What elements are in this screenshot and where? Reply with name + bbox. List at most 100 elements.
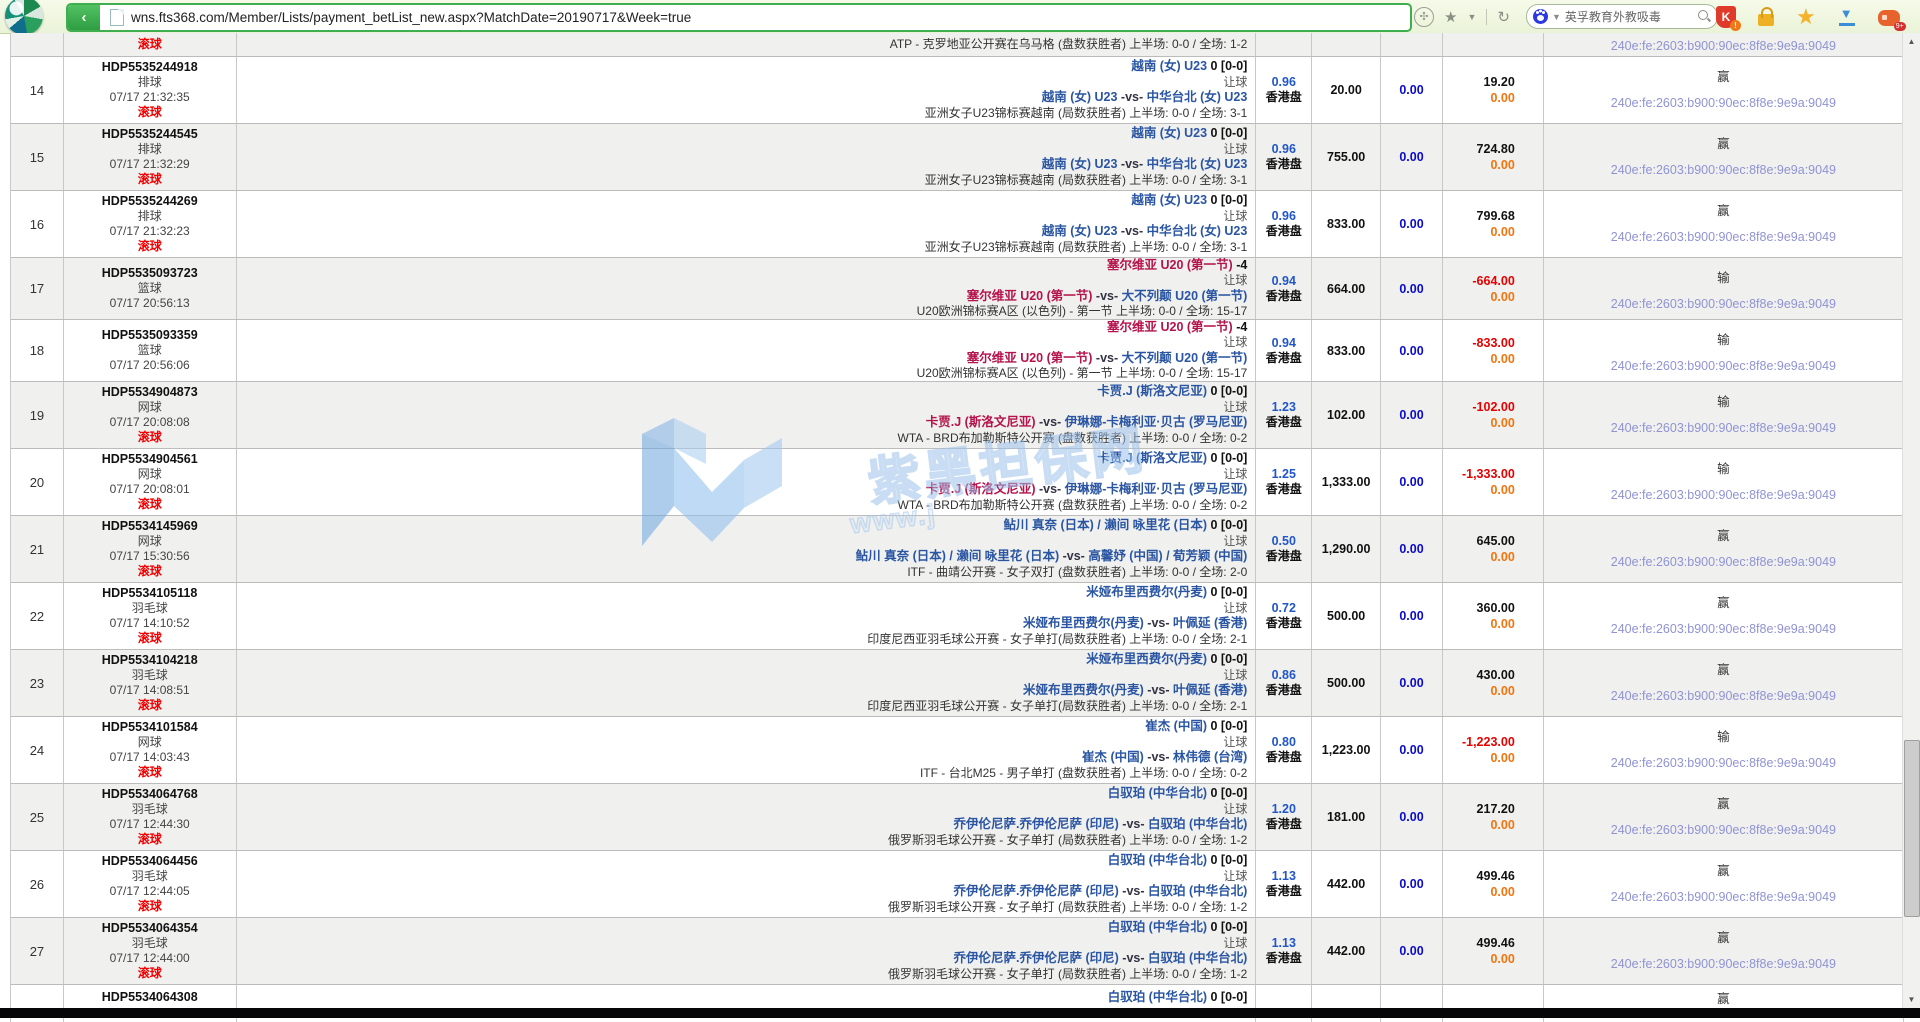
bet-time: 07/17 21:32:29 — [110, 157, 190, 172]
bet-id: HDP5534064308 — [102, 990, 198, 1005]
pick-line: 米娅布里西费尔(丹麦) 0 [0-0] — [1086, 652, 1247, 668]
search-caret-icon[interactable]: ▼ — [1552, 12, 1561, 22]
bookmark-caret-icon[interactable]: ▼ — [1467, 12, 1476, 22]
search-input[interactable]: 英孚教育外教吸毒 — [1565, 8, 1694, 25]
status-text: 赢 — [1717, 525, 1730, 544]
pick-line: 卡贾.J (斯洛文尼亚) 0 [0-0] — [1097, 451, 1247, 467]
pick-team: 卡贾.J (斯洛文尼亚) — [1097, 451, 1207, 465]
scroll-down-arrow[interactable]: ▼ — [1903, 991, 1920, 1008]
away-team: 大不列颠 U20 (第一节) — [1122, 351, 1248, 365]
status-text: 输 — [1717, 458, 1730, 477]
pinwheel-icon[interactable]: ✣ — [1414, 7, 1434, 27]
table-row: 19 HDP5534904873 网球 07/17 20:08:08 滚球 卡贾… — [11, 382, 1904, 449]
lock-icon[interactable] — [1758, 14, 1774, 26]
sport-label: 羽毛球 — [132, 802, 168, 817]
away-team: 伊琳娜-卡梅利亚·贝古 (罗马尼亚) — [1065, 415, 1248, 429]
bet-id: HDP5534145969 — [102, 519, 198, 534]
live-badge: 滚球 — [138, 564, 162, 579]
refresh-icon[interactable]: ↻ — [1497, 8, 1510, 26]
league-line: ITF - 曲靖公开赛 - 女子双打 (盘数获胜者) 上半场: 0-0 / 全场… — [907, 565, 1247, 581]
sport-label: 羽毛球 — [132, 668, 168, 683]
home-team: 米娅布里西费尔(丹麦) — [1023, 616, 1144, 630]
result-amount: 19.20 — [1484, 74, 1515, 90]
search-engine-icon[interactable] — [1533, 9, 1548, 24]
vs-label: -vs- — [1121, 90, 1143, 104]
bet-type-label: 让球 — [1223, 668, 1247, 684]
home-team: 卡贾.J (斯洛文尼亚) — [926, 482, 1036, 496]
download-icon[interactable] — [1838, 8, 1856, 26]
row-number: 21 — [11, 516, 64, 582]
match-line: 越南 (女) U23 -vs- 中华台北 (女) U23 — [1042, 157, 1248, 173]
valid-amount: 0.00 — [1381, 320, 1443, 381]
result-amount: -833.00 — [1472, 335, 1514, 351]
pick-line: 崔杰 (中国) 0 [0-0] — [1145, 719, 1247, 735]
page-doc-icon — [110, 9, 124, 26]
away-team: 叶佩延 (香港) — [1173, 683, 1247, 697]
favorites-star-icon[interactable]: ★ — [1796, 7, 1816, 27]
row-number: 18 — [11, 320, 64, 381]
away-team: 大不列颠 U20 (第一节) — [1122, 289, 1248, 303]
row-number: 19 — [11, 382, 64, 448]
league-line: 印度尼西亚羽毛球公开赛 - 女子单打(局数获胜者) 上半场: 0-0 / 全场:… — [867, 699, 1247, 715]
table-row: 25 HDP5534064768 羽毛球 07/17 12:44:30 滚球 白… — [11, 784, 1904, 851]
odds-value: 1.13 — [1272, 936, 1296, 951]
result-secondary: 0.00 — [1490, 817, 1514, 833]
result-secondary: 0.00 — [1490, 224, 1514, 240]
result-amount: -1,223.00 — [1462, 734, 1515, 750]
ip-address: 240e:fe:2603:b900:90ec:8f8e:9e9a:9049 — [1611, 823, 1836, 837]
vs-label: -vs- — [1121, 224, 1143, 238]
pick-team: 白驭珀 (中华台北) — [1108, 853, 1207, 867]
odds-value: 1.13 — [1272, 869, 1296, 884]
pick-line: 米娅布里西费尔(丹麦) 0 [0-0] — [1086, 585, 1247, 601]
sport-label: 排球 — [138, 75, 162, 90]
result-secondary: 0.00 — [1490, 482, 1514, 498]
vs-label: -vs- — [1039, 415, 1061, 429]
market-label: 香港盘 — [1266, 157, 1302, 172]
pick-team: 白驭珀 (中华台北) — [1108, 920, 1207, 934]
bet-type-label: 让球 — [1223, 273, 1247, 289]
table-row: 18 HDP5535093359 篮球 07/17 20:56:06 塞尔维亚 … — [11, 320, 1904, 382]
search-icon[interactable] — [1698, 10, 1711, 23]
scroll-up-arrow[interactable]: ▲ — [1903, 33, 1920, 50]
url-text[interactable]: wns.fts368.com/Member/Lists/payment_betL… — [131, 10, 691, 25]
table-row: 22 HDP5534105118 羽毛球 07/17 14:10:52 滚球 米… — [11, 583, 1904, 650]
pick-team: 越南 (女) U23 — [1131, 193, 1207, 207]
result-amount: 430.00 — [1477, 667, 1515, 683]
sport-label: 篮球 — [138, 343, 162, 358]
market-label: 香港盘 — [1266, 884, 1302, 899]
bet-amount: 664.00 — [1312, 258, 1381, 319]
scrollbar-thumb[interactable] — [1904, 740, 1920, 917]
market-label: 香港盘 — [1266, 351, 1302, 366]
games-icon[interactable] — [1878, 10, 1900, 26]
back-button[interactable]: ‹ — [68, 5, 100, 30]
scrollbar[interactable]: ▲ ▼ — [1902, 33, 1920, 1008]
address-bar[interactable]: ‹ wns.fts368.com/Member/Lists/payment_be… — [66, 3, 1412, 32]
table-row: 14 HDP5535244918 排球 07/17 21:32:35 滚球 越南… — [11, 57, 1904, 124]
bet-amount: 500.00 — [1312, 650, 1381, 716]
pick-line: 卡贾.J (斯洛文尼亚) 0 [0-0] — [1097, 384, 1247, 400]
bet-id: HDP5534064354 — [102, 921, 198, 936]
bet-type-label: 让球 — [1223, 534, 1247, 550]
status-text: 赢 — [1717, 659, 1730, 678]
sport-label: 网球 — [138, 400, 162, 415]
status-text: 赢 — [1717, 860, 1730, 879]
search-box[interactable]: ▼ 英孚教育外教吸毒 — [1526, 4, 1718, 29]
vs-label: -vs- — [1121, 157, 1143, 171]
league-line: 亚洲女子U23锦标赛越南 (局数获胜者) 上半场: 0-0 / 全场: 3-1 — [925, 106, 1248, 122]
ip-address: 240e:fe:2603:b900:90ec:8f8e:9e9a:9049 — [1611, 230, 1836, 244]
league-line: WTA - BRD布加勒斯特公开赛 (盘数获胜者) 上半场: 0-0 / 全场:… — [898, 498, 1248, 514]
vs-label: -vs- — [1147, 683, 1169, 697]
pick-team: 塞尔维亚 U20 (第一节) — [1107, 320, 1233, 334]
vs-label: -vs- — [1096, 289, 1118, 303]
pick-team: 越南 (女) U23 — [1131, 126, 1207, 140]
bet-id: HDP5534101584 — [102, 720, 198, 735]
status-text: 输 — [1717, 329, 1730, 348]
bookmark-star-icon[interactable]: ★ — [1444, 8, 1457, 26]
live-badge: 滚球 — [138, 497, 162, 512]
bet-amount: 20.00 — [1312, 57, 1381, 123]
home-team: 乔伊伦尼萨.乔伊伦尼萨 (印尼) — [954, 817, 1119, 831]
pick-line: 白驭珀 (中华台北) 0 [0-0] — [1108, 990, 1248, 1006]
security-shield-icon[interactable]: K — [1716, 6, 1736, 28]
bet-amount: 442.00 — [1312, 851, 1381, 917]
valid-amount: 0.00 — [1381, 449, 1443, 515]
